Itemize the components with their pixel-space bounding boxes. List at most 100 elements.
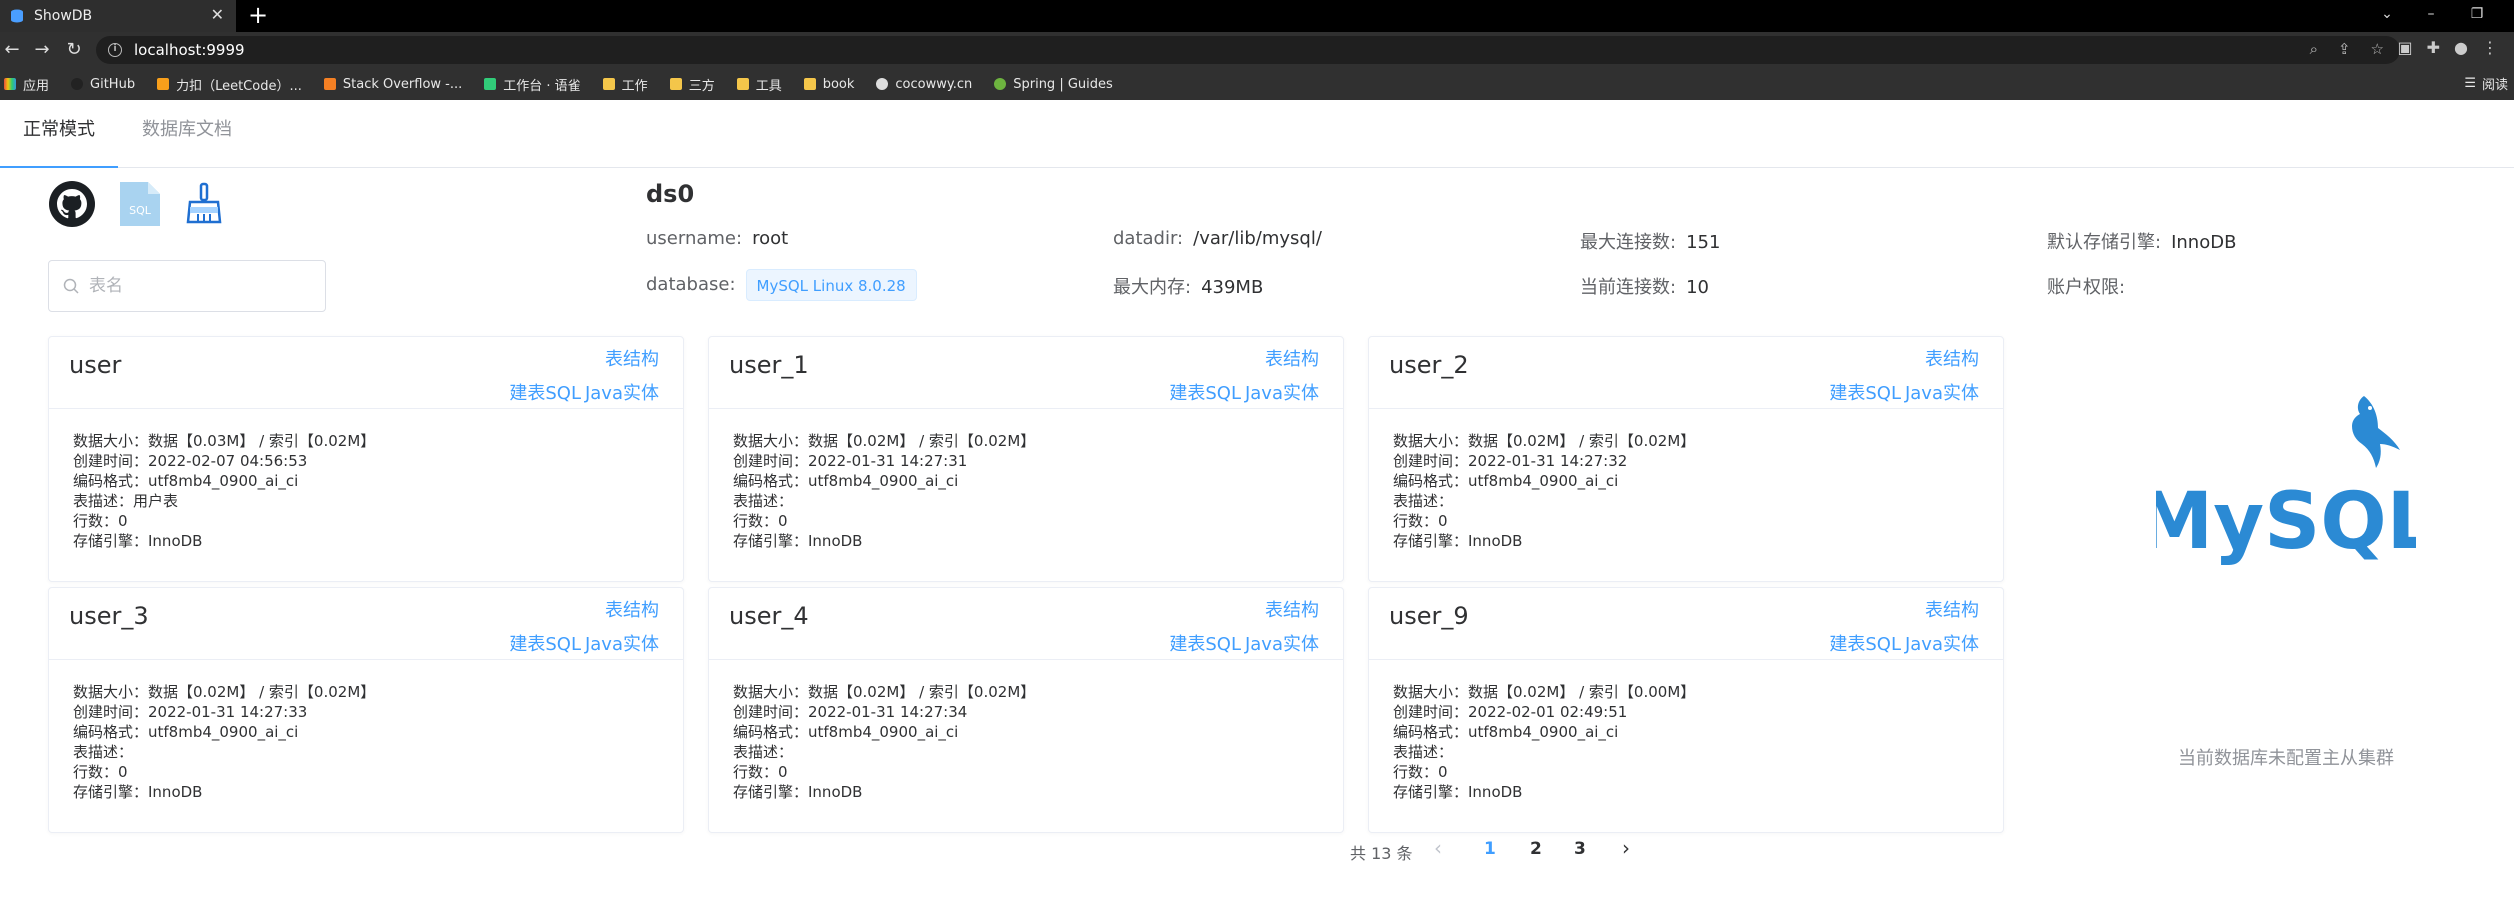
table-card-body: 数据大小：数据【0.02M】 / 索引【0.02M】 创建时间：2022-01-3… [709,409,1343,551]
bookmark-folder-book[interactable]: book [803,77,854,92]
forward-icon[interactable]: → [30,38,54,62]
bookmark-folder-work[interactable]: 工作 [602,75,648,94]
page-2[interactable]: 2 [1530,839,1542,859]
table-rows: 行数：0 [73,763,128,781]
table-search[interactable] [48,260,326,312]
db-name: ds0 [646,180,695,208]
table-card-body: 数据大小：数据【0.02M】 / 索引【0.02M】 创建时间：2022-01-3… [709,660,1343,802]
create-sql-link[interactable]: 建表SQL [1829,630,1901,656]
table-structure-link[interactable]: 表结构 [605,596,659,622]
table-card-header: user_9 表结构 建表SQL Java实体 [1369,588,2003,660]
new-tab-icon[interactable]: + [248,3,268,27]
table-created: 创建时间：2022-01-31 14:27:34 [733,703,968,721]
url-text[interactable]: localhost:9999 [134,41,245,59]
translate-icon[interactable]: ▣ [2398,38,2413,57]
table-card: user 表结构 建表SQL Java实体数据大小：数据【0.03M】 / 索引【0.… [48,336,684,582]
java-entity-link[interactable]: Java实体 [1905,379,1979,405]
close-tab-icon[interactable]: ✕ [211,7,224,23]
menu-icon[interactable]: ⋮ [2482,38,2498,57]
create-sql-link[interactable]: 建表SQL [509,379,581,405]
table-rows: 行数：0 [1393,512,1448,530]
tool-icons: SQL [48,180,224,228]
zoom-icon[interactable]: ⌕ [2310,40,2318,58]
table-size: 数据大小：数据【0.02M】 / 索引【0.02M】 [1393,432,1696,450]
table-structure-link[interactable]: 表结构 [1265,596,1319,622]
extensions-icon[interactable]: ✚ [2427,38,2440,57]
java-entity-link[interactable]: Java实体 [585,630,659,656]
java-entity-link[interactable]: Java实体 [1905,630,1979,656]
bookmark-github[interactable]: GitHub [71,77,135,92]
table-size: 数据大小：数据【0.02M】 / 索引【0.02M】 [73,683,376,701]
table-size: 数据大小：数据【0.02M】 / 索引【0.00M】 [1393,683,1696,701]
table-name: user [69,351,122,379]
database-favicon-icon [11,9,23,23]
info-database: database: MySQL Linux 8.0.28 [646,268,917,302]
site-info-icon[interactable]: i [108,43,122,57]
table-card-header: user 表结构 建表SQL Java实体 [49,337,683,409]
next-page-icon[interactable]: › [1622,836,1630,860]
create-sql-link[interactable]: 建表SQL [1169,379,1241,405]
prev-page-icon[interactable]: ‹ [1434,836,1442,860]
table-card-header: user_3 表结构 建表SQL Java实体 [49,588,683,660]
table-structure-link[interactable]: 表结构 [1925,345,1979,371]
bookmark-stackoverflow[interactable]: Stack Overflow -... [323,77,462,92]
java-entity-link[interactable]: Java实体 [1245,379,1319,405]
mysql-logo: MySQL [2156,396,2416,567]
table-name: user_2 [1389,351,1469,379]
bookmark-apps[interactable]: 应用 [4,75,49,94]
stackoverflow-icon [323,78,336,90]
minimize-icon[interactable]: – [2408,0,2454,28]
clean-broom-icon[interactable] [184,182,224,226]
bookmark-star-icon[interactable]: ☆ [2371,40,2384,58]
table-search-input[interactable] [89,276,309,296]
github-icon[interactable] [48,180,96,228]
browser-tab[interactable]: ShowDB ✕ [0,0,236,32]
table-name: user_3 [69,602,149,630]
table-comment: 表描述： [1393,743,1454,761]
page-1[interactable]: 1 [1484,839,1496,859]
table-size: 数据大小：数据【0.02M】 / 索引【0.02M】 [733,432,1036,450]
table-rows: 行数：0 [733,763,788,781]
table-created: 创建时间：2022-02-01 02:49:51 [1393,703,1628,721]
create-sql-link[interactable]: 建表SQL [1169,630,1241,656]
java-entity-link[interactable]: Java实体 [585,379,659,405]
bookmark-folder-third[interactable]: 三方 [669,75,715,94]
reading-list[interactable]: ☰ 阅读 [2464,74,2508,93]
bookmark-leetcode[interactable]: 力扣（LeetCode）... [157,75,302,94]
tab-search-icon[interactable]: ⌄ [2364,0,2410,28]
bookmark-spring[interactable]: Spring | Guides [994,77,1113,92]
bookmarks-bar: 应用 GitHub 力扣（LeetCode）... Stack Overflow… [0,68,2514,100]
create-sql-link[interactable]: 建表SQL [509,630,581,656]
table-structure-link[interactable]: 表结构 [605,345,659,371]
spring-icon [994,78,1007,90]
sql-file-icon[interactable]: SQL [118,180,162,228]
table-structure-link[interactable]: 表结构 [1925,596,1979,622]
table-collation: 编码格式：utf8mb4_0900_ai_ci [73,723,299,741]
mode-tabs: 正常模式 数据库文档 [0,100,2514,168]
omnibox[interactable]: i localhost:9999 [96,36,2400,64]
profile-icon[interactable]: ● [2454,38,2468,57]
bookmark-yuque[interactable]: 工作台 · 语雀 [484,75,581,94]
table-card-body: 数据大小：数据【0.03M】 / 索引【0.02M】 创建时间：2022-02-0… [49,409,683,551]
page-3[interactable]: 3 [1574,839,1586,859]
table-structure-link[interactable]: 表结构 [1265,345,1319,371]
reading-list-icon: ☰ [2464,76,2476,91]
bookmark-cocowwy[interactable]: cocowwy.cn [876,77,972,92]
create-sql-link[interactable]: 建表SQL [1829,379,1901,405]
java-entity-link[interactable]: Java实体 [1245,630,1319,656]
reload-icon[interactable]: ↻ [62,38,86,62]
github-icon [71,78,84,90]
table-created: 创建时间：2022-01-31 14:27:31 [733,452,968,470]
share-icon[interactable]: ⇪ [2338,40,2351,58]
table-comment: 表描述： [73,743,134,761]
restore-icon[interactable]: ❐ [2454,0,2500,28]
back-icon[interactable]: ← [0,38,24,62]
table-collation: 编码格式：utf8mb4_0900_ai_ci [1393,472,1619,490]
leetcode-icon [157,78,170,90]
tab-normal-mode[interactable]: 正常模式 [0,100,118,168]
info-cur-conn: 当前连接数: 10 [1580,277,1709,298]
table-card: user_3 表结构 建表SQL Java实体数据大小：数据【0.02M】 / 索引【… [48,587,684,833]
tab-db-docs[interactable]: 数据库文档 [142,100,232,168]
table-engine: 存储引擎：InnoDB [73,783,203,801]
bookmark-folder-tools[interactable]: 工具 [736,75,782,94]
